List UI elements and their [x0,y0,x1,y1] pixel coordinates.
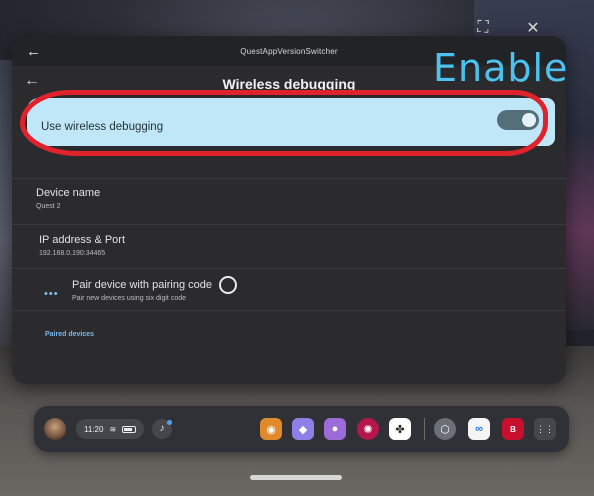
loading-spinner-icon [219,276,237,294]
device-name-title: Device name [36,187,101,199]
meta-app-icon[interactable]: ∞ [468,418,490,440]
pair-device-item[interactable]: Pair device with pairing code Pair new d… [72,279,212,302]
explore-app-icon[interactable]: ◆ [292,418,314,440]
ip-address-item[interactable]: IP address & Port 192.168.0.190:34465 [39,234,125,257]
annotation-enable-text: Enable [433,46,569,90]
people-app-icon[interactable]: ● [324,418,346,440]
mini-app-icon[interactable]: ✤ [389,418,411,440]
notification-dot [167,420,172,425]
taskbar: 11:20 ≋ ♪ ◉ ◆ ● ✺ ✤ ⬡ ∞ B ⋮⋮ [34,406,569,452]
ip-address-title: IP address & Port [39,234,126,246]
settings-app-icon[interactable]: ⬡ [434,418,456,440]
divider [12,178,566,179]
store-app-icon[interactable]: ◉ [260,418,282,440]
close-icon[interactable]: ✕ [519,18,547,38]
clock-time: 11:20 [84,424,104,434]
pair-device-title: Pair device with pairing code [72,279,213,291]
device-name-item[interactable]: Device name Quest 2 [36,187,100,210]
divider [12,310,566,311]
divider [12,224,566,225]
window-title: QuestAppVersionSwitcher [240,46,338,56]
taskbar-separator [424,418,425,440]
divider [12,268,566,269]
app-library-icon[interactable]: ⋮⋮ [534,418,556,440]
pair-device-subtitle: Pair new devices using six digit code [72,295,187,302]
home-indicator[interactable] [250,475,342,480]
window-back-arrow-icon[interactable]: ← [26,43,41,60]
ip-address-value: 192.168.0.190:34465 [39,250,106,257]
fitness-app-icon[interactable]: ✺ [357,418,379,440]
beat-saber-app-icon[interactable]: B [502,418,524,440]
paired-devices-section-label: Paired devices [45,331,95,338]
avatar[interactable] [44,418,66,440]
wifi-icon: ≋ [109,424,117,434]
pair-dots-icon: ••• [44,288,59,300]
device-name-value: Quest 2 [36,203,61,210]
fullscreen-icon[interactable]: ⛶ [469,19,497,37]
status-pill[interactable]: 11:20 ≋ [76,419,144,439]
battery-icon [122,425,137,433]
annotation-red-outline [20,90,548,156]
